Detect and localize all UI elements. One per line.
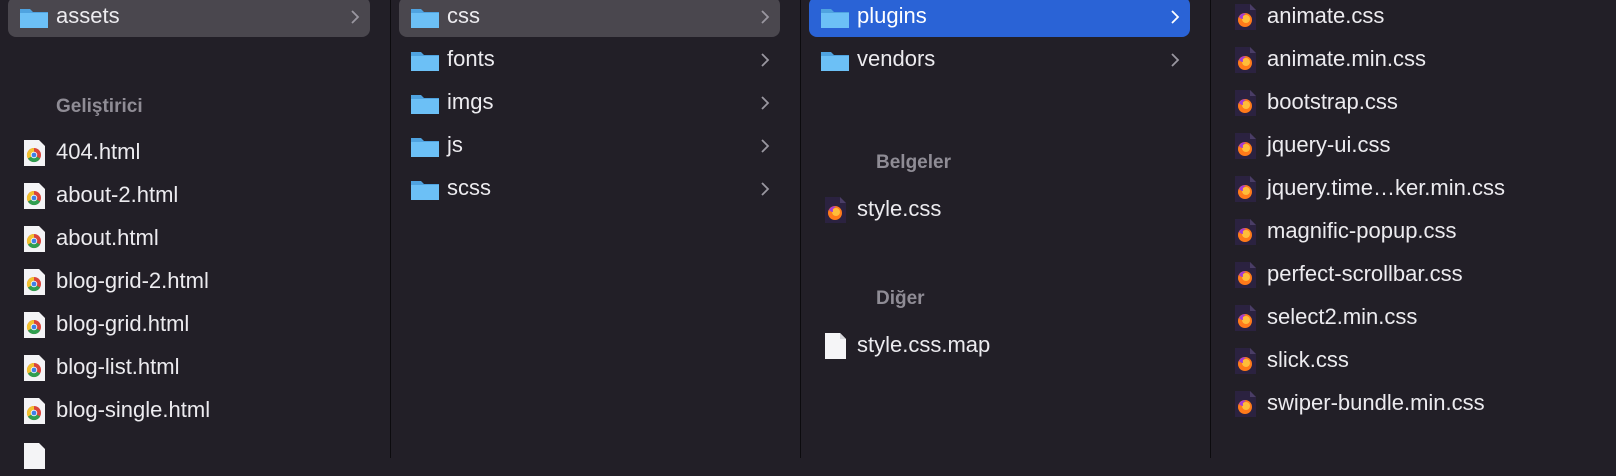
folder-icon [821,9,849,28]
file-label: perfect-scrollbar.css [1267,261,1463,286]
folder-row-fonts[interactable]: fonts [399,40,780,80]
file-label: blog-grid.html [56,311,190,336]
firefox-css-file-icon [1235,4,1256,30]
folder-label: fonts [447,46,495,71]
chrome-html-file-icon [24,226,45,252]
column-assets[interactable]: css fonts imgs js scss [391,0,800,458]
chrome-html-file-icon [24,312,45,338]
file-label: jquery.time…ker.min.css [1267,175,1505,200]
folder-row-scss[interactable]: scss [399,169,780,209]
folder-row-js[interactable]: js [399,126,780,166]
file-row-partial[interactable] [8,436,370,476]
folder-label: assets [56,3,120,28]
file-label: blog-grid-2.html [56,268,209,293]
folder-label: js [447,132,463,157]
file-row[interactable]: blog-single.html [8,391,370,431]
folder-icon [20,9,48,28]
firefox-css-file-icon [1235,305,1256,331]
group-header-other: Diğer [876,288,925,309]
chevron-right-icon [761,182,770,196]
file-row[interactable]: 404.html [8,133,370,173]
firefox-css-file-icon [825,197,846,223]
file-label: about.html [56,225,159,250]
folder-row-assets[interactable]: assets [8,0,370,37]
folder-label: css [447,3,480,28]
file-row[interactable]: blog-grid.html [8,305,370,345]
file-row[interactable]: magnific-popup.css [1219,212,1596,252]
chrome-html-file-icon [24,355,45,381]
chevron-right-icon [1171,53,1180,67]
file-label: select2.min.css [1267,304,1418,329]
firefox-css-file-icon [1235,262,1256,288]
folder-icon [411,138,439,157]
file-row[interactable]: blog-grid-2.html [8,262,370,302]
document-icon [825,333,846,359]
folder-label: plugins [857,3,927,28]
chevron-right-icon [761,96,770,110]
column-plugins[interactable]: animate.css animate.min.css bootstrap.cs… [1211,0,1616,458]
file-label: blog-single.html [56,397,211,422]
file-row[interactable]: blog-list.html [8,348,370,388]
group-header-documents: Belgeler [876,152,951,173]
group-header-developer: Geliştirici [56,96,143,117]
folder-icon [411,95,439,114]
file-label: bootstrap.css [1267,89,1398,114]
firefox-css-file-icon [1235,47,1256,73]
file-row[interactable]: about.html [8,219,370,259]
file-label: swiper-bundle.min.css [1267,390,1485,415]
folder-row-plugins[interactable]: plugins [809,0,1190,37]
column-css[interactable]: plugins vendors Belgeler style.css Diğer… [801,0,1210,458]
chevron-right-icon [761,10,770,24]
file-label: 404.html [56,139,141,164]
chrome-html-file-icon [24,269,45,295]
folder-row-vendors[interactable]: vendors [809,40,1190,80]
chrome-html-file-icon [24,443,45,469]
firefox-css-file-icon [1235,391,1256,417]
folder-label: scss [447,175,491,200]
chevron-right-icon [761,139,770,153]
folder-icon [411,181,439,200]
file-label: blog-list.html [56,354,180,379]
file-row[interactable]: jquery.time…ker.min.css [1219,169,1596,209]
file-label: animate.css [1267,3,1385,28]
file-row[interactable]: swiper-bundle.min.css [1219,384,1596,424]
file-row[interactable]: slick.css [1219,341,1596,381]
folder-label: imgs [447,89,494,114]
firefox-css-file-icon [1235,90,1256,116]
folder-icon [411,9,439,28]
chrome-html-file-icon [24,140,45,166]
file-row[interactable]: bootstrap.css [1219,83,1596,123]
firefox-css-file-icon [1235,348,1256,374]
file-row-style-css[interactable]: style.css [809,190,1190,230]
file-label: style.css.map [857,332,991,357]
chrome-html-file-icon [24,398,45,424]
chevron-right-icon [351,10,360,24]
file-row[interactable]: about-2.html [8,176,370,216]
file-label: style.css [857,196,942,221]
file-row[interactable]: perfect-scrollbar.css [1219,255,1596,295]
file-row-style-css-map[interactable]: style.css.map [809,326,1190,366]
chevron-right-icon [761,53,770,67]
folder-row-css[interactable]: css [399,0,780,37]
folder-row-imgs[interactable]: imgs [399,83,780,123]
column-assets-parent[interactable]: assets Geliştirici 404.html about-2.html… [0,0,390,469]
file-label: animate.min.css [1267,46,1426,71]
file-row[interactable]: jquery-ui.css [1219,126,1596,166]
folder-icon [821,52,849,71]
file-label: jquery-ui.css [1267,132,1391,157]
file-row[interactable]: select2.min.css [1219,298,1596,338]
file-row[interactable]: animate.css [1219,0,1596,37]
firefox-css-file-icon [1235,176,1256,202]
firefox-css-file-icon [1235,219,1256,245]
folder-label: vendors [857,46,936,71]
chevron-right-icon [1171,10,1180,24]
file-label: about-2.html [56,182,179,207]
chrome-html-file-icon [24,183,45,209]
file-label: slick.css [1267,347,1349,372]
folder-icon [411,52,439,71]
firefox-css-file-icon [1235,133,1256,159]
file-row[interactable]: animate.min.css [1219,40,1596,80]
file-label: magnific-popup.css [1267,218,1457,243]
